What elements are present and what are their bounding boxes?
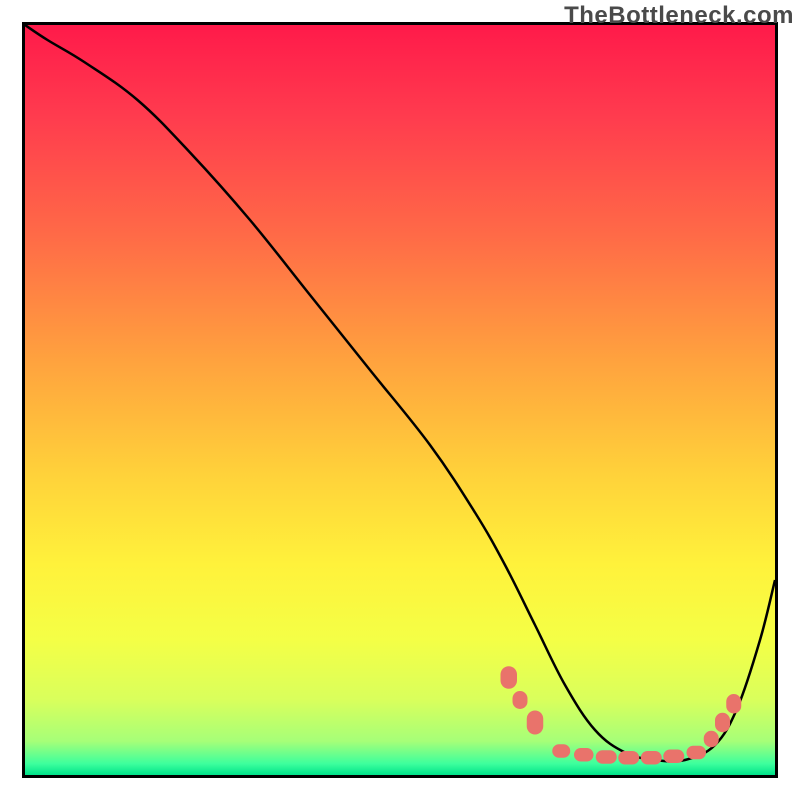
marker-dot xyxy=(574,748,594,762)
marker-dot xyxy=(641,751,662,765)
marker-dot xyxy=(715,713,730,733)
marker-dot xyxy=(704,731,719,748)
watermark-text: TheBottleneck.com xyxy=(564,2,794,30)
marker-dot xyxy=(596,750,617,764)
marker-dot xyxy=(687,746,707,760)
marker-dot xyxy=(618,751,639,765)
marker-dot xyxy=(501,666,518,689)
marker-dot xyxy=(663,750,684,764)
marker-dot xyxy=(726,694,741,714)
chart-container: TheBottleneck.com xyxy=(0,0,800,800)
plot-frame xyxy=(22,22,778,778)
marker-dot xyxy=(513,691,528,709)
bottleneck-curve xyxy=(25,25,775,762)
curve-layer xyxy=(25,25,775,775)
marker-dot xyxy=(527,711,544,735)
marker-dot xyxy=(552,744,570,758)
